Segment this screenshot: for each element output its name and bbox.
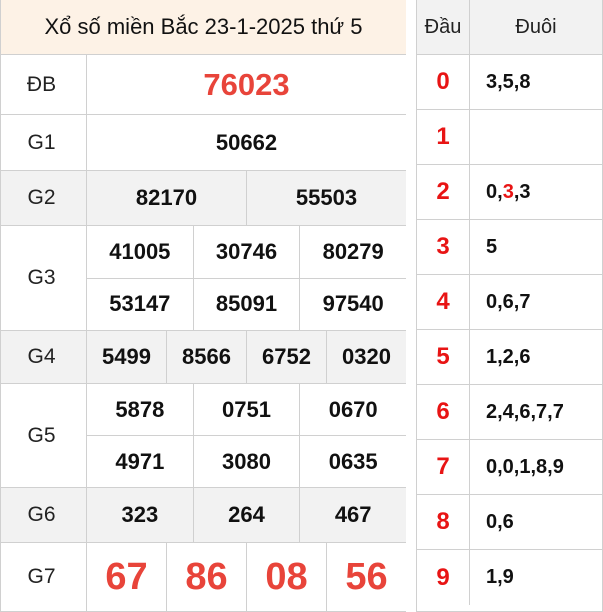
- prize-label: G2: [1, 171, 87, 225]
- prize-label: G1: [1, 115, 87, 170]
- prize-number: 264: [192, 488, 300, 542]
- prize-number: 5499: [102, 344, 151, 369]
- prize-label: G3: [1, 226, 87, 330]
- prize-label: G7: [1, 543, 87, 611]
- prize-number: 323: [121, 502, 159, 527]
- prize-number: 55503: [246, 171, 406, 225]
- head-column-label: Đầu: [417, 0, 470, 54]
- prize-number: 6752: [246, 331, 326, 383]
- prize-number: 467: [299, 488, 406, 542]
- prize-number: 0635: [299, 436, 406, 487]
- loto-tail-highlight: 3: [502, 180, 514, 203]
- prize-number: 5878: [115, 396, 165, 422]
- prize-number: 80279: [299, 226, 406, 278]
- prize-number: 0670: [299, 384, 406, 435]
- loto-header: Đầu Đuôi: [417, 0, 602, 55]
- prize-number: 97540: [299, 278, 406, 330]
- prize-row-g7: G7 67 86 08 56: [1, 543, 406, 611]
- prize-table: Xổ số miền Bắc 23-1-2025 thứ 5 ĐB 76023 …: [0, 0, 406, 612]
- loto-head: 7: [417, 440, 470, 494]
- lottery-results: Xổ số miền Bắc 23-1-2025 thứ 5 ĐB 76 0 23 …: [0, 0, 603, 612]
- loto-tail: 2,4,6,7,7: [486, 400, 564, 423]
- loto-row: 7 0,0,1,8,9: [417, 440, 602, 495]
- prize-number: 0320: [326, 331, 406, 383]
- prize-number: 76023: [203, 66, 290, 102]
- loto-head: 4: [417, 275, 470, 329]
- prize-number: 8566: [166, 331, 246, 383]
- prize-number: 86: [166, 543, 246, 611]
- prize-row-db: ĐB 76023: [1, 55, 406, 115]
- prize-number: 67: [105, 555, 148, 598]
- loto-row: 0 3,5,8: [417, 55, 602, 110]
- loto-row: 5 1,2,6: [417, 330, 602, 385]
- loto-tail: 3,5,8: [486, 70, 531, 93]
- prize-label: ĐB: [1, 55, 87, 114]
- loto-head: 2: [417, 165, 470, 219]
- loto-table: Đầu Đuôi 0 3,5,8 1 2 0, 3,3 3 5 4 0,6,7 5…: [416, 0, 603, 612]
- loto-head: 6: [417, 385, 470, 439]
- loto-row: 2 0, 3,3: [417, 165, 602, 220]
- prize-row-g6: G6 323 264 467: [1, 488, 406, 543]
- prize-number: 82170: [135, 185, 198, 210]
- prize-number: 0751: [192, 384, 300, 435]
- loto-tail-part: 0,: [486, 180, 503, 203]
- prize-number: 08: [246, 543, 326, 611]
- loto-tail: 0,6,7: [486, 290, 531, 313]
- prize-number: 50662: [215, 129, 278, 155]
- loto-head: 8: [417, 495, 470, 549]
- prize-row-g1: G1 50662: [1, 115, 406, 171]
- loto-row: 6 2,4,6,7,7: [417, 385, 602, 440]
- loto-head: 9: [417, 550, 470, 605]
- prize-number: 56: [326, 543, 406, 611]
- loto-head: 3: [417, 220, 470, 274]
- loto-tail-part: ,3: [513, 180, 531, 203]
- loto-tail: 0, 3,3: [470, 165, 602, 219]
- loto-tail: 1,2,6: [486, 345, 531, 368]
- prize-number: 53147: [109, 291, 171, 317]
- loto-tail: 0,6: [486, 510, 514, 533]
- prize-row-g5: G5 5878 0751 0670 4971 3080 0635: [1, 384, 406, 488]
- loto-head: 5: [417, 330, 470, 384]
- loto-row: 9 1,9: [417, 550, 602, 605]
- prize-label: G4: [1, 331, 87, 383]
- prize-row-g3: G3 41005 30746 80279 53147 85091 97540: [1, 226, 406, 331]
- loto-row: 4 0,6,7: [417, 275, 602, 330]
- loto-row: 8 0,6: [417, 495, 602, 550]
- prize-row-g4: G4 5499 8566 6752 0320: [1, 331, 406, 384]
- prize-row-g2: G2 82170 55503: [1, 171, 406, 226]
- prize-number: 4971: [115, 448, 165, 474]
- prize-number: 85091: [192, 278, 300, 330]
- prize-number: 30746: [192, 226, 300, 278]
- prize-number: 3080: [192, 436, 300, 487]
- loto-tail: 0,0,1,8,9: [486, 455, 564, 478]
- loto-row: 1: [417, 110, 602, 165]
- prize-number: 41005: [109, 238, 171, 264]
- loto-row: 3 5: [417, 220, 602, 275]
- loto-head: 1: [417, 110, 470, 164]
- prize-label: G5: [1, 384, 87, 487]
- tail-column-label: Đuôi: [515, 15, 557, 38]
- loto-tail: 1,9: [486, 566, 514, 588]
- prize-label: G6: [1, 488, 87, 542]
- page-title: Xổ số miền Bắc 23-1-2025 thứ 5: [1, 0, 406, 55]
- loto-tail: 5: [486, 235, 498, 258]
- loto-tail: [470, 110, 602, 164]
- loto-head: 0: [417, 55, 470, 109]
